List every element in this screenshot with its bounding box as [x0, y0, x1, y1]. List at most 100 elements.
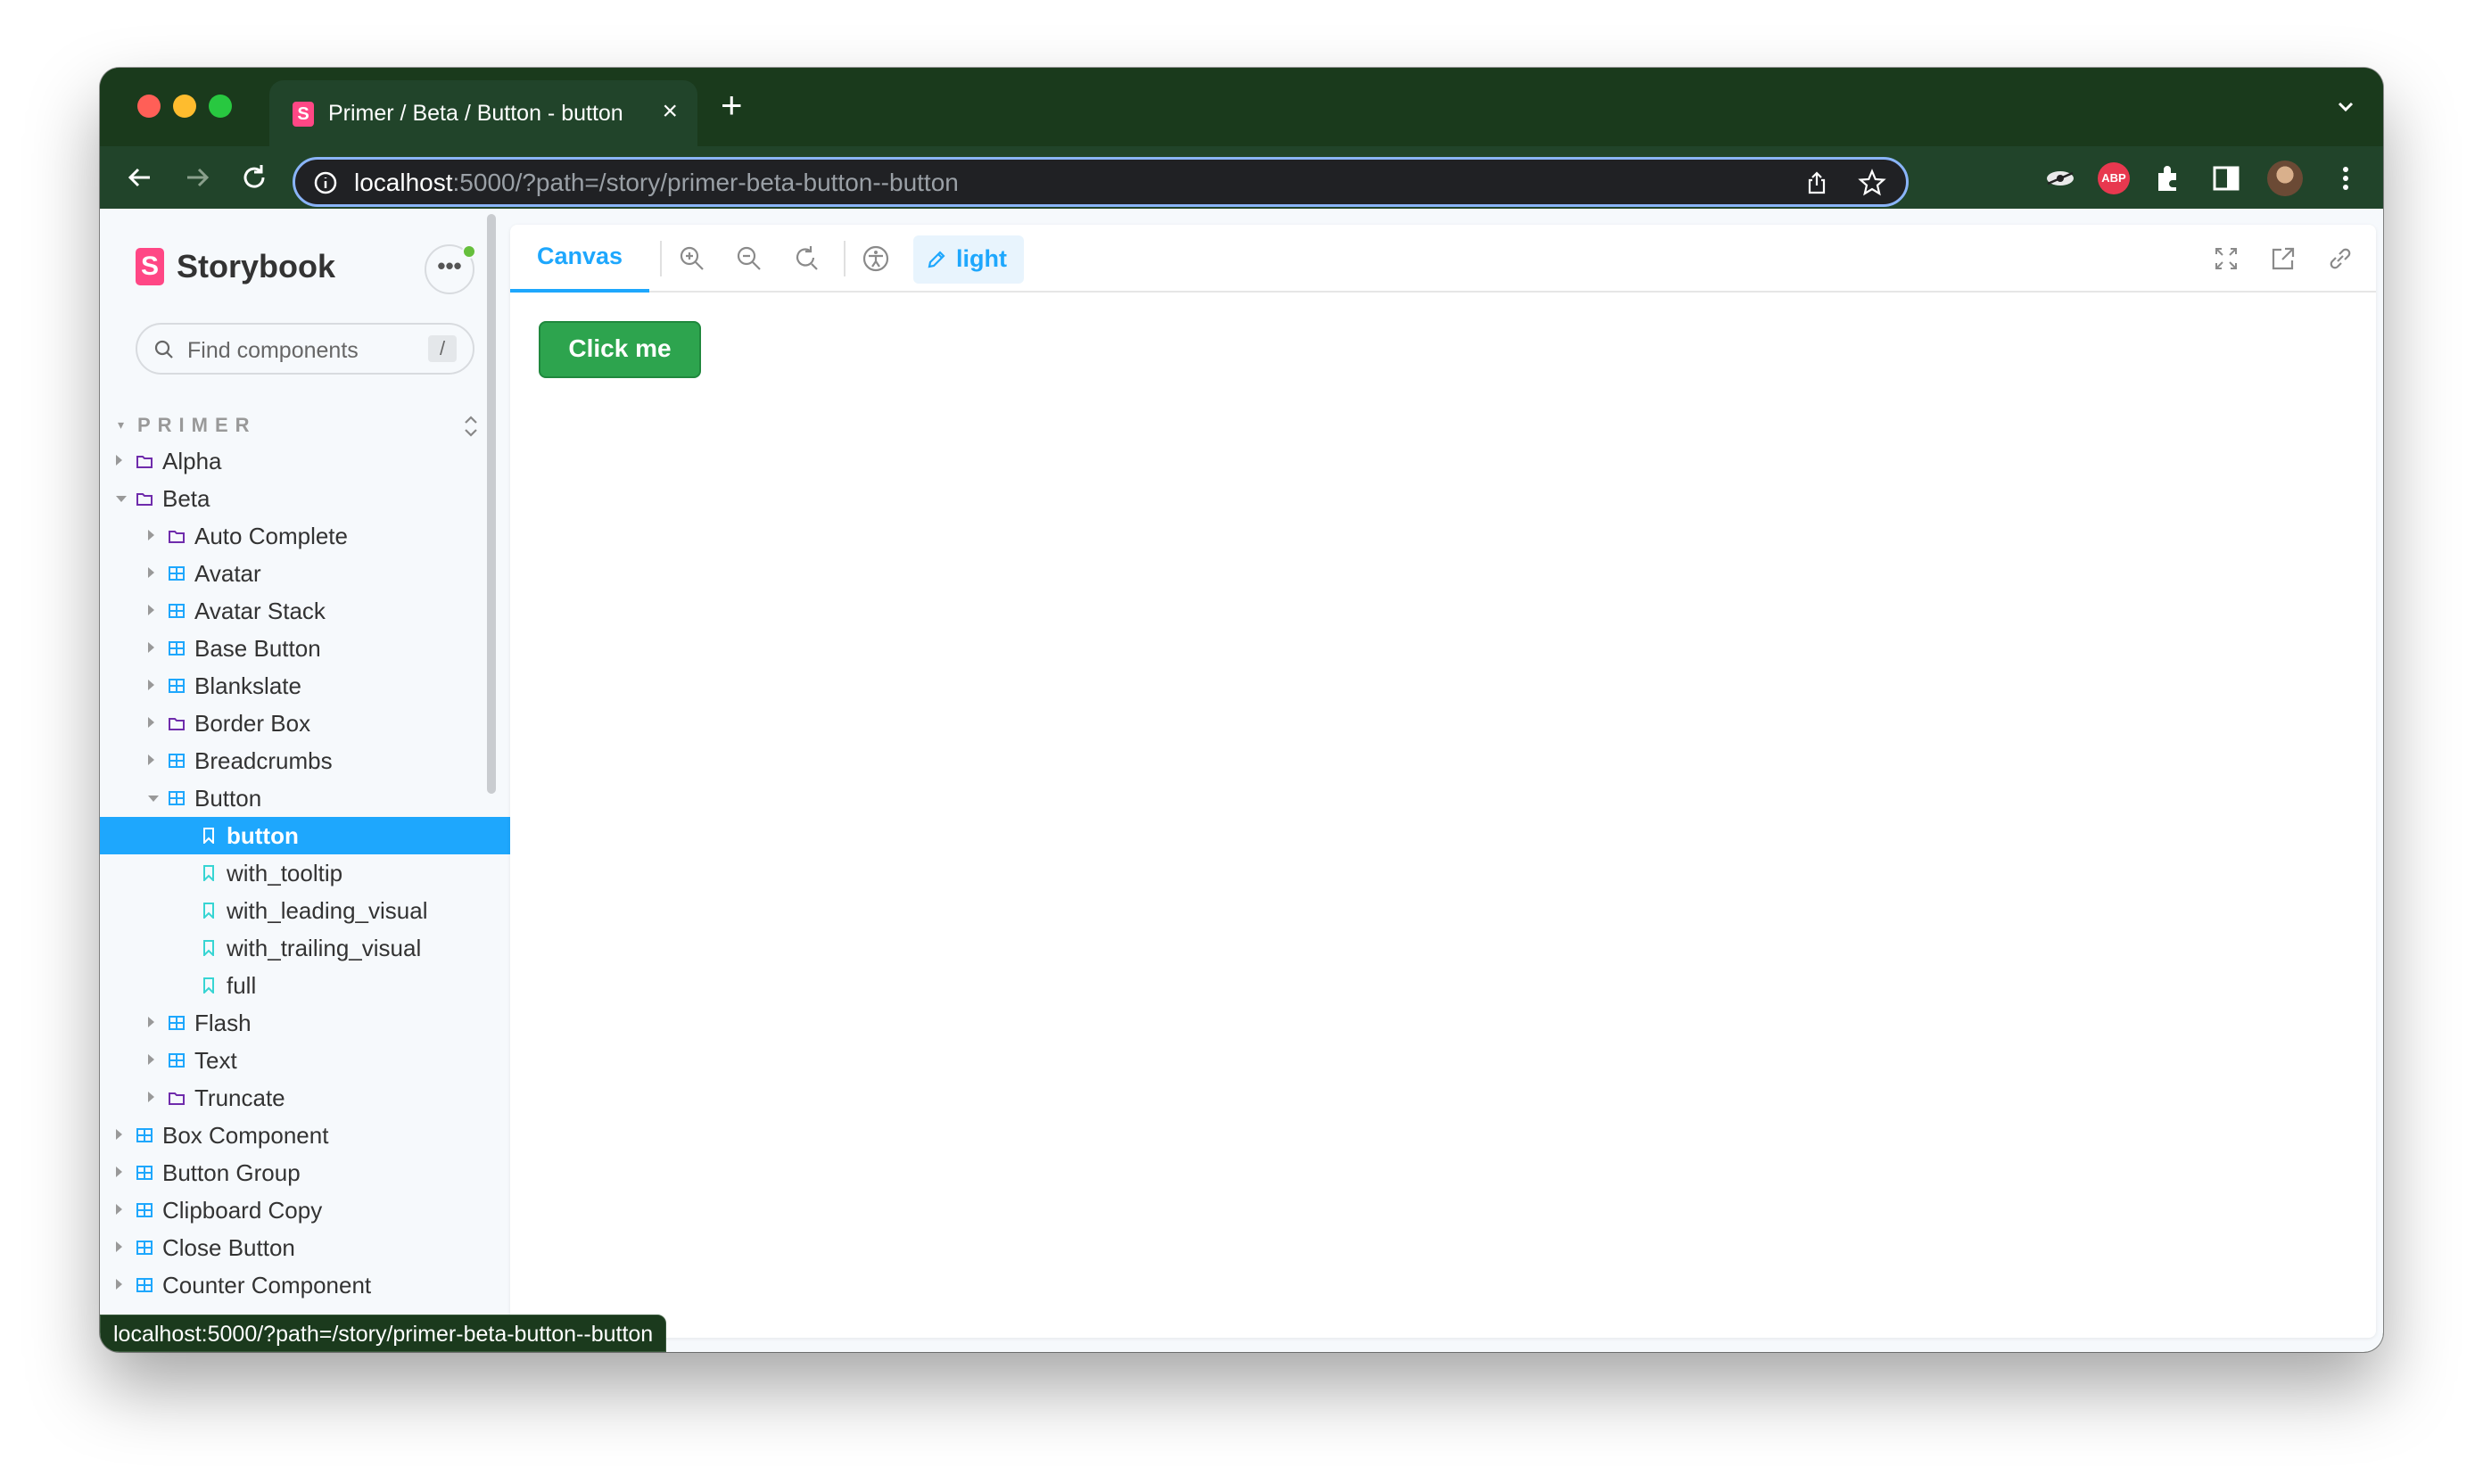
storybook-logo-icon[interactable]: S: [136, 248, 164, 285]
caret-right-icon[interactable]: [148, 605, 154, 615]
component-icon: [168, 753, 186, 769]
tree-item-label: with_tooltip: [227, 860, 343, 886]
tree-item[interactable]: Border Box: [100, 705, 510, 742]
tree-item[interactable]: Avatar Stack: [100, 592, 510, 630]
tree-item[interactable]: button: [100, 817, 510, 854]
accessibility-icon[interactable]: [860, 243, 892, 275]
caret-right-icon[interactable]: [148, 754, 154, 765]
tree-item[interactable]: Text: [100, 1042, 510, 1079]
tree-item[interactable]: Truncate: [100, 1079, 510, 1117]
caret-right-icon[interactable]: [116, 1241, 122, 1252]
tab-canvas[interactable]: Canvas: [510, 225, 649, 293]
more-vert-icon[interactable]: [2337, 161, 2355, 196]
caret-right-icon[interactable]: [148, 1092, 154, 1102]
zoom-out-icon[interactable]: [733, 243, 765, 275]
page-content: S Storybook ••• Find components / ▾ PRIM…: [100, 209, 2383, 1352]
tab-close-icon[interactable]: ×: [662, 96, 678, 127]
tree-item[interactable]: Alpha: [100, 442, 510, 480]
tree-item[interactable]: with_tooltip: [100, 854, 510, 892]
caret-right-icon[interactable]: [148, 642, 154, 653]
browser-tab-active[interactable]: S Primer / Beta / Button - button ×: [269, 80, 697, 146]
search-icon: [154, 340, 173, 359]
copy-link-icon[interactable]: [2324, 243, 2356, 275]
extensions-puzzle-icon[interactable]: [2151, 162, 2183, 194]
close-window-button[interactable]: [137, 95, 161, 118]
caret-right-icon[interactable]: [116, 1204, 122, 1215]
tree-item[interactable]: Close Button: [100, 1229, 510, 1266]
zoom-in-icon[interactable]: [676, 243, 708, 275]
adblock-plus-icon[interactable]: ABP: [2098, 162, 2130, 194]
extension-eye-icon[interactable]: [2044, 162, 2076, 194]
tree-item-label: Truncate: [194, 1084, 285, 1111]
folder-icon: [136, 453, 153, 469]
expand-collapse-icon[interactable]: [460, 414, 482, 439]
address-bar[interactable]: localhost:5000/?path=/story/primer-beta-…: [293, 157, 1909, 207]
tree-item[interactable]: Auto Complete: [100, 517, 510, 555]
caret-right-icon[interactable]: [148, 1054, 154, 1065]
tree-item[interactable]: with_trailing_visual: [100, 929, 510, 967]
caret-right-icon[interactable]: [148, 717, 154, 728]
story-icon: [200, 828, 218, 845]
minimize-window-button[interactable]: [173, 95, 196, 118]
component-icon: [136, 1277, 153, 1293]
story-icon: [200, 903, 218, 920]
caret-right-icon[interactable]: [148, 1017, 154, 1027]
folder-icon: [168, 715, 186, 731]
reload-icon[interactable]: [237, 161, 271, 194]
side-panel-icon[interactable]: [2210, 162, 2242, 194]
site-info-icon[interactable]: [313, 170, 338, 195]
tree-item[interactable]: Box Component: [100, 1117, 510, 1154]
tree-item-label: Box Component: [162, 1122, 329, 1149]
theme-switcher-button[interactable]: light: [913, 235, 1024, 284]
tree-item[interactable]: Breadcrumbs: [100, 742, 510, 779]
fullscreen-icon[interactable]: [2210, 243, 2242, 275]
theme-label: light: [956, 245, 1007, 272]
zoom-window-button[interactable]: [209, 95, 232, 118]
tree-item-label: Avatar: [194, 560, 261, 587]
component-icon: [136, 1240, 153, 1256]
caret-right-icon[interactable]: [116, 1279, 122, 1290]
share-icon[interactable]: [1804, 170, 1829, 195]
caret-down-icon[interactable]: [116, 496, 127, 502]
folder-icon: [136, 491, 153, 507]
tree-item[interactable]: Button: [100, 779, 510, 817]
tree-item[interactable]: Button Group: [100, 1154, 510, 1191]
profile-avatar[interactable]: [2267, 161, 2303, 196]
component-icon: [168, 1015, 186, 1031]
url-path: :5000/?path=/story/primer-beta-button--b…: [452, 169, 959, 196]
caret-right-icon[interactable]: [116, 1129, 122, 1140]
caret-right-icon[interactable]: [148, 530, 154, 540]
tree-item[interactable]: Base Button: [100, 630, 510, 667]
section-header-primer[interactable]: ▾ PRIMER: [118, 408, 492, 444]
tree-item[interactable]: Counter Component: [100, 1266, 510, 1304]
caret-right-icon[interactable]: [116, 455, 122, 466]
caret-right-icon[interactable]: [116, 1167, 122, 1177]
bookmark-star-icon[interactable]: [1858, 169, 1886, 197]
component-icon: [168, 565, 186, 581]
url-text[interactable]: localhost:5000/?path=/story/primer-beta-…: [354, 168, 959, 198]
tree-item-label: Flash: [194, 1010, 252, 1036]
tree-item[interactable]: full: [100, 967, 510, 1004]
browser-window: S Primer / Beta / Button - button × + lo…: [100, 68, 2383, 1352]
tree-item[interactable]: Beta: [100, 480, 510, 517]
component-search-input[interactable]: Find components /: [136, 323, 474, 375]
click-me-button[interactable]: Click me: [539, 321, 701, 378]
tree-item[interactable]: Clipboard Copy: [100, 1191, 510, 1229]
forward-arrow-icon[interactable]: [180, 161, 214, 194]
component-icon: [168, 790, 186, 806]
tree-item[interactable]: Flash: [100, 1004, 510, 1042]
new-tab-button[interactable]: +: [721, 87, 743, 124]
reset-zoom-icon[interactable]: [790, 243, 822, 275]
tree-item[interactable]: Avatar: [100, 555, 510, 592]
open-new-tab-icon[interactable]: [2267, 243, 2299, 275]
back-arrow-icon[interactable]: [123, 161, 157, 194]
tree-item[interactable]: Blankslate: [100, 667, 510, 705]
chevron-down-icon[interactable]: [2333, 95, 2358, 120]
caret-down-icon[interactable]: [148, 796, 159, 802]
preview-toolbar: Canvas light: [510, 225, 2376, 293]
caret-right-icon[interactable]: [148, 680, 154, 690]
component-icon: [136, 1165, 153, 1181]
caret-right-icon[interactable]: [148, 567, 154, 578]
storybook-brand[interactable]: Storybook: [177, 248, 335, 285]
tree-item[interactable]: with_leading_visual: [100, 892, 510, 929]
